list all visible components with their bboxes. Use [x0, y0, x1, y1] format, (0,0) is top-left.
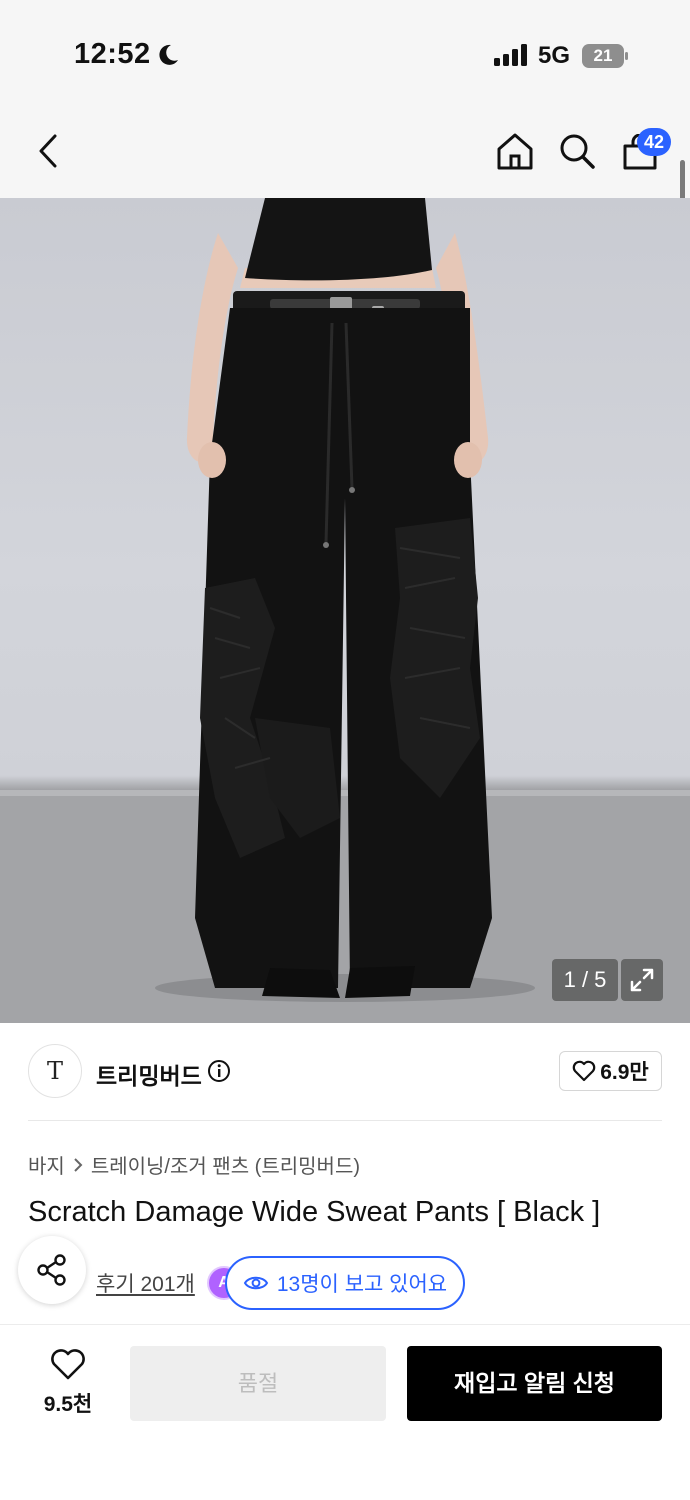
status-bar: 12:52 5G 21 — [0, 0, 690, 100]
status-time: 12:52 — [74, 38, 151, 70]
wishlist-button[interactable]: 9.5천 — [30, 1349, 106, 1418]
reviews-link[interactable]: 후기 201개 — [96, 1268, 195, 1298]
home-icon — [497, 133, 533, 170]
brand-row: T 트리밍버드 6.9만 — [0, 1023, 690, 1121]
brand-logo[interactable]: T — [28, 1044, 82, 1098]
soldout-button: 품절 — [130, 1346, 386, 1421]
breadcrumb-item[interactable]: 트레이닝/조거 팬츠 (트리밍버드) — [91, 1150, 360, 1179]
share-button[interactable] — [18, 1236, 86, 1304]
viewers-indicator: 13명이 보고 있어요 — [225, 1256, 465, 1310]
image-pager: 1 / 5 — [552, 959, 618, 1001]
battery-icon: 21 — [582, 44, 628, 68]
network-type: 5G — [538, 42, 571, 69]
signal-icon — [494, 44, 527, 66]
breadcrumb: 바지 트레이닝/조거 팬츠 (트리밍버드) — [28, 1150, 360, 1179]
product-title: Scratch Damage Wide Sweat Pants [ Black … — [28, 1196, 601, 1228]
viewers-text: 13명이 보고 있어요 — [276, 1273, 448, 1296]
restock-alert-button[interactable]: 재입고 알림 신청 — [407, 1346, 662, 1421]
brand-like-count: 6.9만 — [600, 1061, 649, 1084]
heart-icon — [51, 1349, 85, 1380]
search-icon — [560, 134, 595, 169]
home-button[interactable] — [494, 130, 536, 172]
chevron-right-icon — [74, 1157, 83, 1172]
breadcrumb-item[interactable]: 바지 — [28, 1150, 65, 1179]
product-image — [0, 198, 690, 1023]
brand-name[interactable]: 트리밍버드 — [96, 1057, 202, 1091]
expand-icon — [630, 968, 654, 992]
divider — [28, 1120, 662, 1121]
bottom-action-bar: 9.5천 품절 재입고 알림 신청 — [0, 1324, 690, 1500]
product-image-carousel[interactable] — [0, 198, 690, 1023]
heart-icon — [572, 1060, 596, 1082]
back-button[interactable] — [28, 130, 68, 172]
eye-icon — [243, 1276, 269, 1290]
moon-icon — [159, 44, 178, 65]
share-icon — [37, 1254, 66, 1286]
wishlist-count: 9.5천 — [43, 1393, 93, 1416]
info-icon[interactable] — [207, 1059, 231, 1083]
battery-level: 21 — [582, 44, 624, 68]
back-icon — [39, 134, 57, 168]
brand-like-button[interactable]: 6.9만 — [559, 1051, 662, 1091]
expand-image-button[interactable] — [621, 959, 663, 1001]
cart-count-badge: 42 — [637, 128, 671, 156]
search-button[interactable] — [556, 130, 598, 172]
